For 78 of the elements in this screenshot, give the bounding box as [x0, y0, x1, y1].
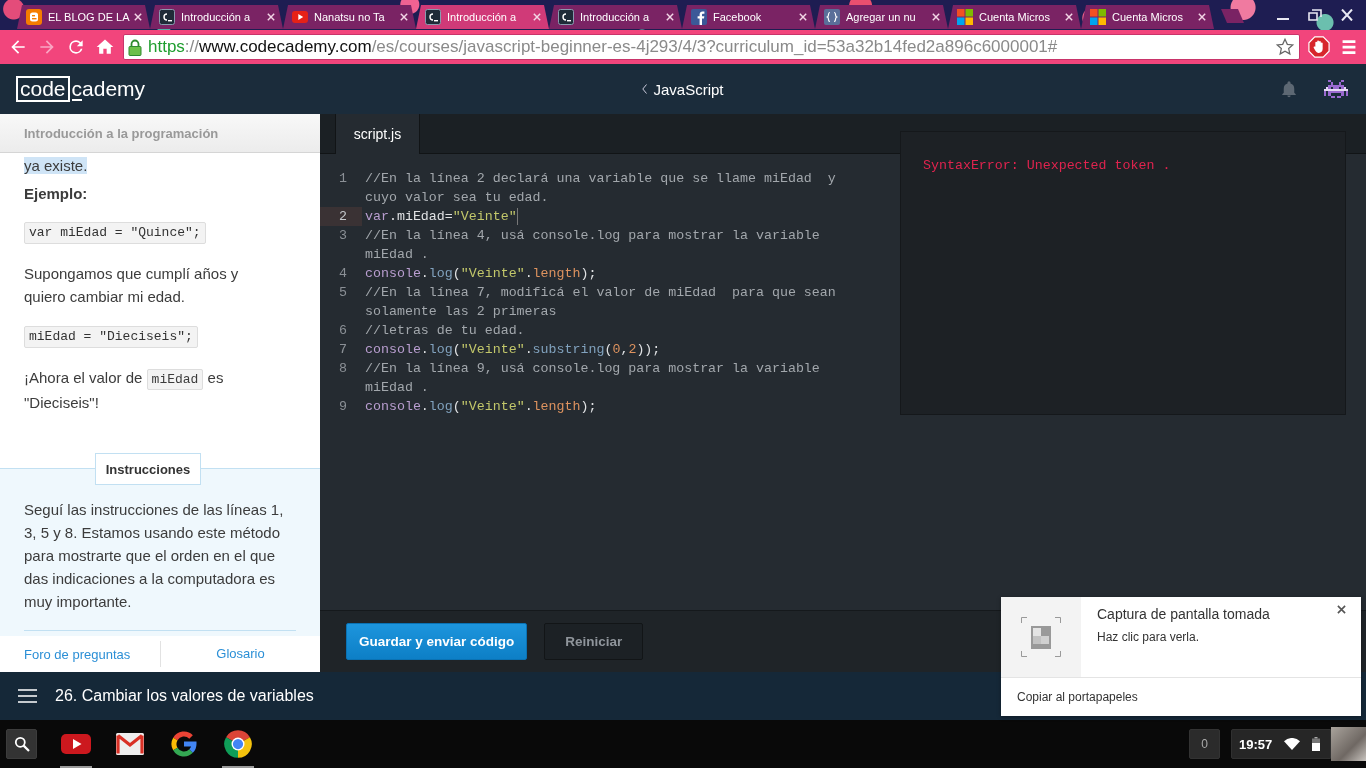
play-icon [292, 9, 308, 25]
reset-button[interactable]: Reiniciar [544, 623, 644, 660]
lesson-title: 26. Cambiar los valores de variables [55, 687, 314, 705]
code-line: console.log("Veinte".length); [365, 398, 597, 416]
bell-icon[interactable] [1280, 80, 1298, 98]
code-line: console.log("Veinte".substring(0,2)); [365, 341, 661, 359]
circle-logo-icon [223, 729, 253, 759]
help-link[interactable]: Foro de preguntas [24, 646, 131, 662]
four-squares-icon [957, 9, 973, 25]
pixel-invader-icon[interactable] [1324, 78, 1348, 100]
browser-tab[interactable]: Introducción a [150, 5, 283, 29]
help-link[interactable]: Glosario [216, 646, 265, 661]
browser-tab[interactable]: Cuenta Micros [948, 5, 1081, 29]
browser-tab[interactable]: Nanatsu no Ta [283, 5, 416, 29]
highlighted-text: ya existe. [24, 157, 88, 174]
browser-tab[interactable]: Introducción a [416, 5, 549, 29]
copy-to-clipboard-button[interactable]: Copiar al portapapeles [1001, 677, 1361, 716]
line-number: 7 [338, 341, 348, 359]
browser-tab[interactable]: Agregar un nu [815, 5, 948, 29]
instructions-text: Seguí las instrucciones de las líneas 1, 3, 5 y 8. Estamos usando este método para mostrarte que el orden en el que das indicaciones a la computadora es muy importante. [24, 500, 285, 612]
notification-message: Haz clic para verla. [1097, 630, 1201, 644]
code-line: //En la línea 4, usá console.log para mostrar la variable miEdad . [365, 227, 821, 264]
search-button[interactable] [6, 729, 37, 759]
lesson-paragraph: Supongamos que cumplí años y quiero cambiar mi edad. [24, 264, 240, 307]
editor-tab[interactable]: script.js [335, 114, 420, 154]
line-number: 9 [338, 398, 348, 416]
maximize-icon[interactable] [1308, 9, 1322, 21]
square-logo-icon [26, 9, 42, 25]
stop-hand-icon[interactable] [1308, 36, 1330, 58]
line-number: 2 [320, 207, 362, 226]
course-link[interactable]: JavaScript [642, 80, 724, 98]
four-squares-icon [1090, 9, 1106, 25]
play-icon [60, 732, 92, 756]
browser-tab[interactable]: EL BLOG DE LA [17, 5, 150, 29]
instructions-label: Instrucciones [94, 453, 202, 485]
submit-button[interactable]: Guardar y enviar código [346, 623, 528, 660]
search-icon [13, 736, 30, 752]
code-cursor-icon [425, 9, 441, 25]
star-icon[interactable] [1275, 37, 1295, 57]
line-number: 6 [338, 322, 348, 340]
lesson-paragraph: ¡Ahora el valor de miEdad es "Dieciseis"! [24, 368, 225, 413]
section-heading: Ejemplo: [24, 184, 89, 204]
course-title-bar: Introducción a la programación [0, 114, 320, 153]
browser-tab[interactable]: Facebook [682, 5, 815, 29]
envelope-icon [114, 732, 146, 756]
status-tray[interactable]: 19:57 [1231, 729, 1331, 759]
code-line: //letras de tu edad. [365, 322, 525, 340]
line-number: 5 [338, 284, 348, 302]
braces-icon [824, 9, 840, 25]
home-icon[interactable] [94, 37, 115, 57]
line-number: 1 [338, 170, 348, 188]
code-line: console.log("Veinte".length); [365, 265, 597, 283]
error-message: SyntaxError: Unexpected token . [923, 158, 1172, 173]
code-snippet: miEdad = "Dieciseis"; [24, 326, 198, 348]
wifi-icon [1284, 738, 1301, 750]
address-bar[interactable]: https://www.codecademy.com/es/courses/javascript-beginner-es-4j293/4/3?curriculum_id=53a32b14fed2a896c6000001# [123, 34, 1300, 60]
notification-count-button[interactable]: 0 [1189, 729, 1220, 759]
code-cursor-icon [558, 9, 574, 25]
code-snippet: var miEdad = "Quince"; [24, 222, 206, 244]
code-line: //En la línea 7, modificá el valor de miEdad para que sean solamente las 2 primeras [365, 284, 837, 321]
close-icon[interactable] [1337, 605, 1346, 614]
line-number: 4 [338, 265, 348, 283]
code-cursor-icon [159, 9, 175, 25]
browser-tab[interactable]: Cuenta Micros [1081, 5, 1214, 29]
line-number: 8 [338, 360, 348, 378]
battery-icon [1312, 737, 1321, 751]
line-number: 3 [338, 227, 348, 245]
text-cursor [516, 208, 518, 225]
menu-icon[interactable] [18, 689, 37, 703]
f-logo-icon [691, 9, 707, 25]
new-tab-button[interactable] [1218, 9, 1244, 23]
code-line: var.miEdad="Veinte" [365, 208, 517, 226]
notification-title: Captura de pantalla tomada [1097, 605, 1271, 623]
code-line: //En la línea 9, usá console.log para mostrar la variable miEdad . [365, 360, 821, 397]
g-logo-icon [169, 729, 199, 759]
chevron-left-icon [642, 84, 648, 94]
browser-tab[interactable]: Introducción a [549, 5, 682, 29]
code-line: //En la línea 2 declará una variable que se llame miEdad y cuyo valor sea tu edad. [365, 170, 837, 207]
